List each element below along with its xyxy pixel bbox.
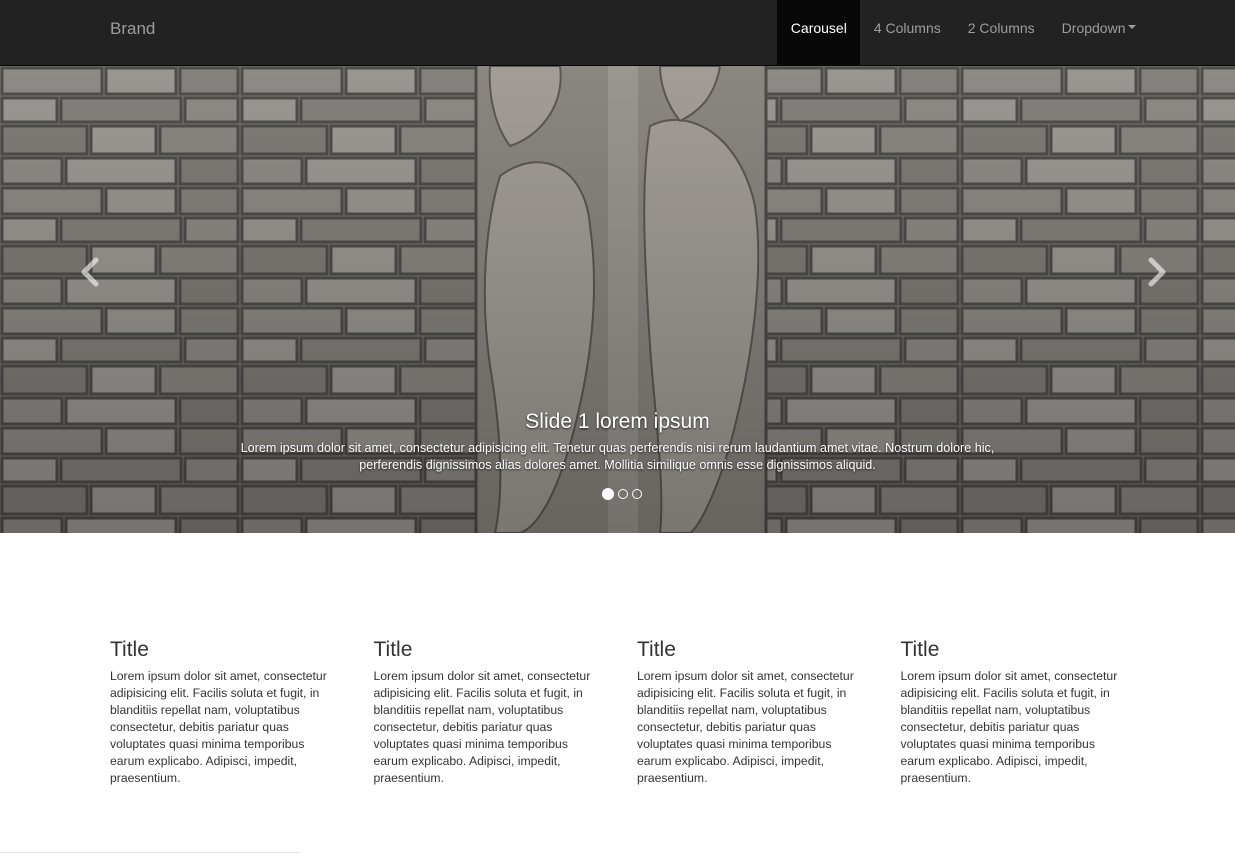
caret-down-icon — [1127, 25, 1136, 30]
nav-item-carousel: Carousel — [777, 0, 861, 65]
carousel-caption: Slide 1 lorem ipsum Lorem ipsum dolor si… — [240, 410, 995, 474]
nav-link-4-columns[interactable]: 4 Columns — [860, 0, 954, 65]
feature-columns: Title Lorem ipsum dolor sit amet, consec… — [110, 638, 1164, 787]
feature-text: Lorem ipsum dolor sit amet, consectetur … — [900, 669, 1118, 785]
caption-text: Lorem ipsum dolor sit amet, consectetur … — [240, 441, 995, 472]
feature-column: Title Lorem ipsum dolor sit amet, consec… — [637, 638, 865, 787]
nav-link-dropdown[interactable]: Dropdown — [1048, 0, 1149, 65]
chevron-left-icon — [81, 257, 99, 287]
divider — [0, 852, 300, 853]
feature-title: Title — [637, 638, 676, 661]
feature-text: Lorem ipsum dolor sit amet, consectetur … — [373, 669, 591, 785]
feature-column: Title Lorem ipsum dolor sit amet, consec… — [901, 638, 1129, 787]
feature-title: Title — [900, 638, 940, 661]
carousel-indicators — [602, 488, 642, 500]
feature-column: Title Lorem ipsum dolor sit amet, consec… — [374, 638, 602, 787]
nav-item-4-columns: 4 Columns — [860, 0, 954, 65]
feature-text: Lorem ipsum dolor sit amet, consectetur … — [637, 669, 854, 785]
feature-text: Lorem ipsum dolor sit amet, consectetur … — [110, 669, 327, 785]
navbar: Brand Carousel 4 Columns 2 Columns Dropd… — [0, 0, 1235, 66]
nav-menu: Carousel 4 Columns 2 Columns Dropdown — [777, 0, 1149, 65]
carousel: Slide 1 lorem ipsum Lorem ipsum dolor si… — [0, 66, 1235, 533]
carousel-next-control[interactable] — [1137, 252, 1177, 292]
feature-title: Title — [373, 638, 413, 661]
feature-column: Title Lorem ipsum dolor sit amet, consec… — [110, 638, 338, 787]
indicator-slide-2[interactable] — [618, 489, 628, 499]
indicator-slide-1[interactable] — [602, 488, 614, 500]
nav-link-carousel[interactable]: Carousel — [777, 0, 861, 65]
caption-title: Slide 1 lorem ipsum — [525, 410, 710, 433]
nav-item-dropdown: Dropdown — [1048, 0, 1149, 65]
nav-link-2-columns[interactable]: 2 Columns — [954, 0, 1048, 65]
chevron-right-icon — [1148, 257, 1166, 287]
brand-link[interactable]: Brand — [110, 19, 155, 39]
feature-title: Title — [110, 638, 149, 661]
carousel-prev-control[interactable] — [70, 252, 110, 292]
dropdown-label: Dropdown — [1061, 20, 1126, 36]
nav-item-2-columns: 2 Columns — [954, 0, 1048, 65]
indicator-slide-3[interactable] — [632, 489, 642, 499]
